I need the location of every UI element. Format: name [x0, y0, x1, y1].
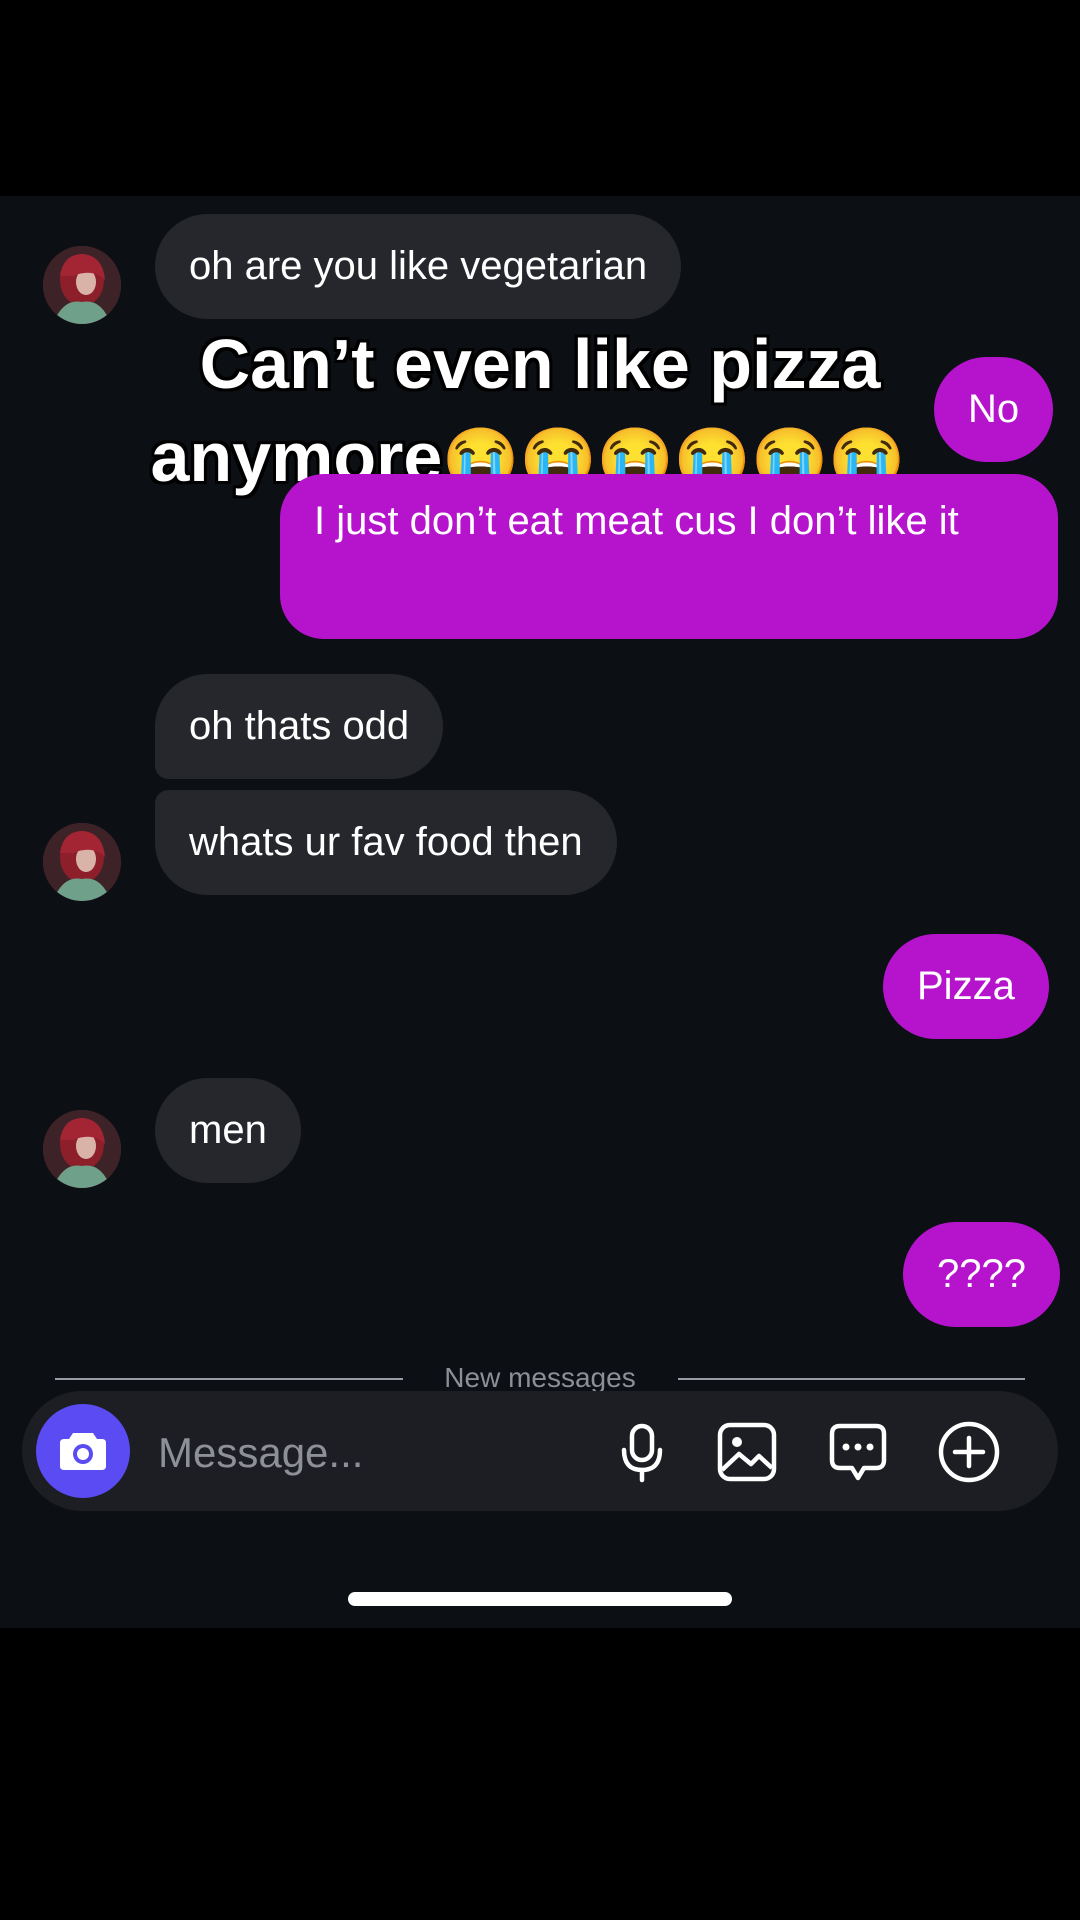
message-bubble-incoming[interactable]: oh are you like vegetarian [155, 214, 682, 319]
contact-avatar[interactable] [43, 823, 121, 901]
home-indicator[interactable] [348, 1592, 732, 1606]
camera-icon [60, 1433, 106, 1470]
microphone-icon[interactable] [610, 1420, 674, 1484]
add-circle-icon[interactable] [937, 1420, 1001, 1484]
message-bubble-outgoing[interactable]: Pizza [883, 934, 1049, 1039]
camera-button[interactable] [36, 1404, 130, 1498]
message-bubble-outgoing[interactable]: ???? [903, 1222, 1060, 1327]
message-bubble-incoming[interactable]: men [155, 1078, 301, 1183]
sticker-message-icon[interactable] [826, 1420, 890, 1484]
message-bubble-incoming[interactable]: oh thats odd [155, 674, 444, 779]
image-icon[interactable] [715, 1420, 779, 1484]
message-bubble-outgoing[interactable]: I just don’t eat meat cus I don’t like i… [280, 474, 1058, 639]
divider-line-left [55, 1378, 403, 1380]
message-input[interactable] [156, 1420, 580, 1486]
contact-avatar[interactable] [43, 246, 121, 324]
contact-avatar[interactable] [43, 1110, 121, 1188]
video-caption-line1: Can’t even like pizza [199, 325, 881, 403]
message-bubble-incoming[interactable]: whats ur fav food then [155, 790, 617, 895]
divider-line-right [678, 1378, 1025, 1380]
